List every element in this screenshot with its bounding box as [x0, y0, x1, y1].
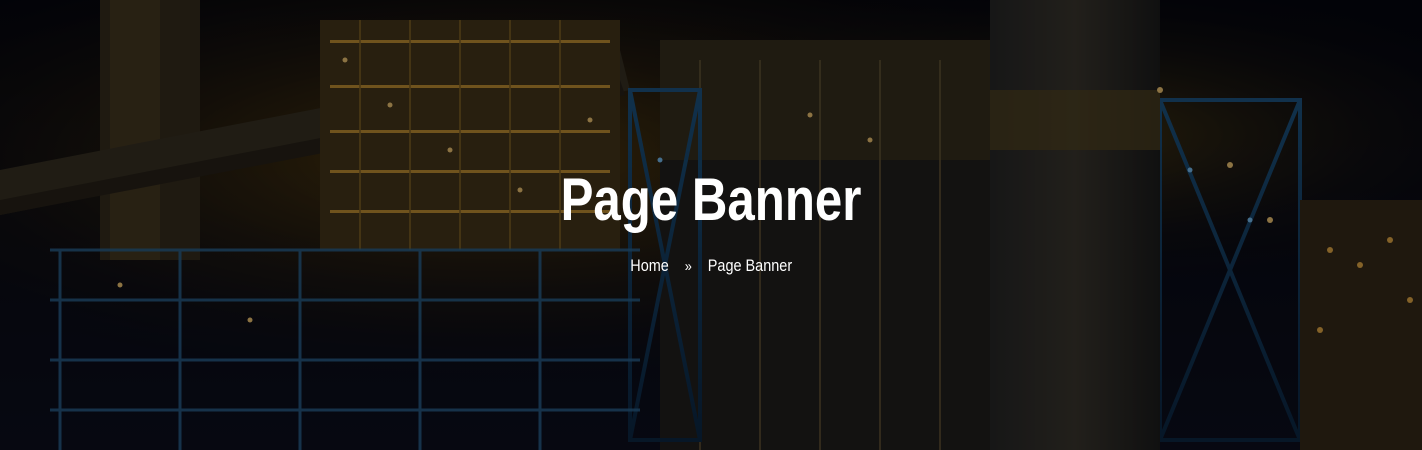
- breadcrumb-current-page: Page Banner: [707, 256, 792, 275]
- breadcrumb-home-link[interactable]: Home: [630, 256, 669, 275]
- double-chevron-right-icon: »: [684, 258, 692, 275]
- breadcrumb: Home » Page Banner: [0, 254, 1422, 279]
- breadcrumb-list: Home » Page Banner: [630, 254, 792, 279]
- banner-content: Page Banner Home » Page Banner: [0, 0, 1422, 450]
- page-banner: Page Banner Home » Page Banner: [0, 0, 1422, 450]
- page-title: Page Banner: [560, 166, 862, 233]
